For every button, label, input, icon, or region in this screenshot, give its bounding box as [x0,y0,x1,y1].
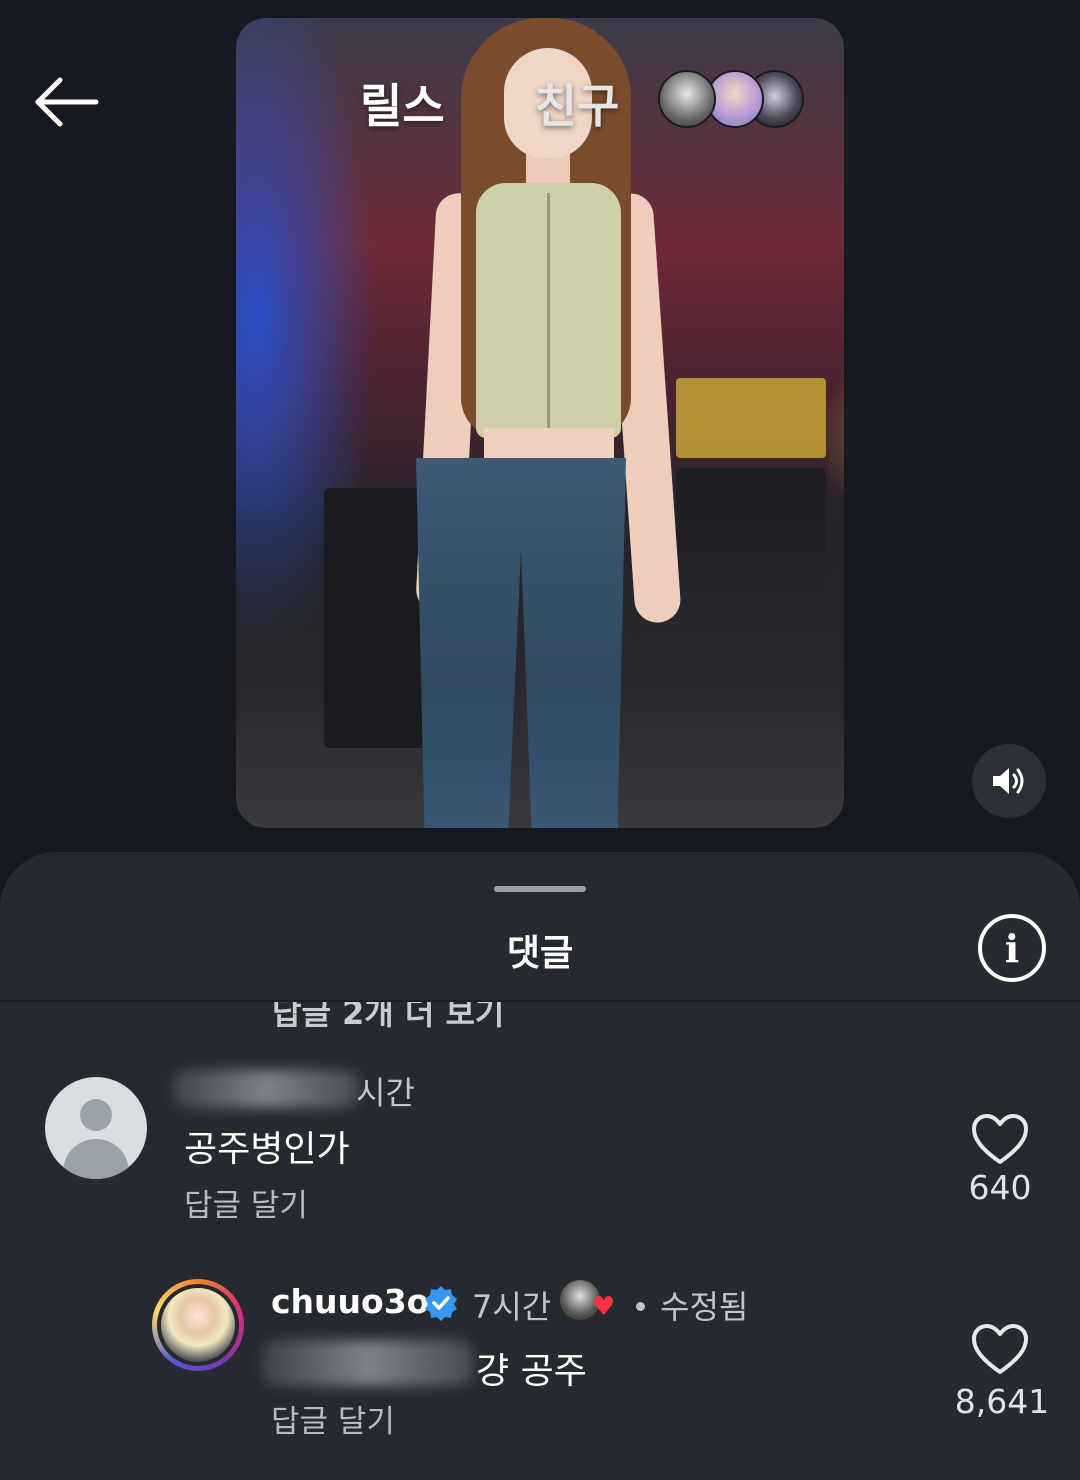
comment-list: 답글 2개 더 보기 시간 공주병인가 답글 달기 640 chuuo3o 7시… [0,1002,1080,1480]
performer-figure [415,18,682,828]
avatar[interactable] [45,1077,147,1179]
heart-icon [972,1324,1028,1374]
sheet-title: 댓글 [506,933,574,974]
comment-time: 시간 [356,1074,415,1112]
speaker-icon [993,768,1024,794]
reel-area: 릴스 친구 [0,0,1080,860]
avatar [658,70,716,128]
info-button[interactable]: i [978,914,1046,982]
avatar[interactable] [152,1279,244,1371]
stage-light [676,378,826,458]
view-more-replies-link[interactable]: 답글 2개 더 보기 [272,1002,504,1034]
verified-badge-icon [425,1286,457,1321]
drag-handle[interactable] [494,886,586,892]
reel-tabs: 릴스 친구 [360,70,619,136]
reply-button[interactable]: 답글 달기 [271,1396,395,1441]
blurred-username [172,1070,360,1108]
reply-button[interactable]: 답글 달기 [184,1180,308,1225]
comments-sheet: 댓글 i 답글 2개 더 보기 시간 공주병인가 답글 달기 640 chuuo… [0,852,1080,1480]
sound-toggle-button[interactable] [972,744,1046,818]
tab-friends[interactable]: 친구 [535,70,620,136]
edited-label: 수정됨 [660,1288,749,1326]
heart-icon [972,1114,1028,1164]
comment-text: 걍 공주 [476,1351,587,1392]
separator-dot [636,1302,645,1311]
heart-icon: ♥ [592,1292,616,1322]
like-count: 640 [968,1168,1032,1207]
friend-avatars[interactable] [658,70,804,130]
like-button[interactable] [970,1322,1030,1378]
comment-username[interactable]: chuuo3o [271,1282,429,1321]
comment-time: 7시간 [472,1288,552,1326]
like-button[interactable] [970,1112,1030,1168]
tab-reels[interactable]: 릴스 [360,70,445,136]
comment-text: 공주병인가 [184,1129,350,1170]
blurred-mention [262,1340,474,1386]
like-count: 8,641 [954,1382,1050,1421]
arrow-left-icon [35,77,99,127]
reel-video[interactable] [236,18,844,828]
back-button[interactable] [30,70,106,134]
info-icon: i [1004,925,1020,971]
